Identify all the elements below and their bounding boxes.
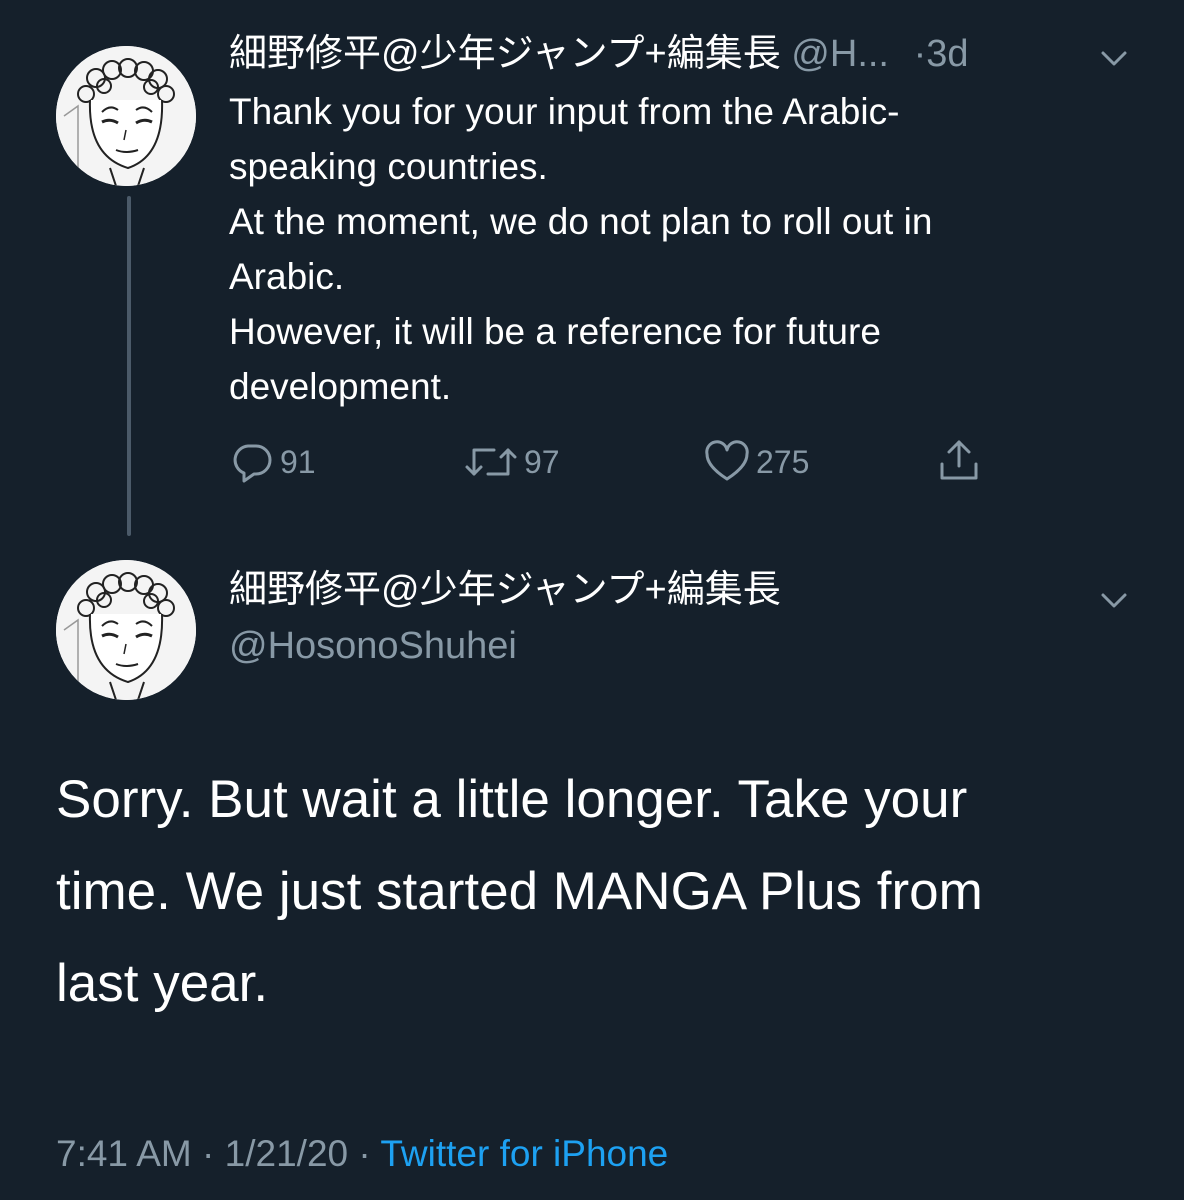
tweet-time: 7:41 AM [56,1133,192,1174]
heart-icon [705,440,749,481]
timestamp[interactable]: 3d [926,33,968,75]
tweet-text-line: speaking countries. [229,146,548,187]
tweet-metadata: 7:41 AM · 1/21/20 · Twitter for iPhone [56,1132,668,1176]
handle[interactable]: @HosonoShuhei [229,624,517,668]
tweet-text-line: At the moment, we do not plan to roll ou… [229,201,933,242]
tweet-header: 細野修平@少年ジャンプ+編集長 [229,568,781,612]
avatar[interactable] [56,46,196,186]
tweet-text-line: Sorry. But wait a little longer. Take yo… [56,770,968,829]
tweet-text-line: Arabic. [229,256,345,297]
source-link[interactable]: Twitter for iPhone [380,1133,668,1174]
reply-button[interactable]: 91 [230,440,316,484]
retweet-icon [465,448,517,476]
retweet-button[interactable]: 97 [464,440,560,484]
thread-connector-line [127,196,131,536]
like-count: 275 [756,444,810,480]
tweet-text-line: time. We just started MANGA Plus from [56,862,983,921]
tweet-text: Thank you for your input from the Arabic… [229,84,1129,414]
share-button[interactable] [936,436,988,484]
retweet-count: 97 [524,444,560,480]
tweet-text-line: However, it will be a reference for futu… [229,311,881,352]
like-button[interactable]: 275 [704,440,809,484]
separator: · [358,1133,371,1174]
reply-icon [233,444,272,483]
separator: · [202,1133,215,1174]
chevron-down-icon[interactable] [1098,42,1130,74]
tweet-text-line: development. [229,366,452,407]
tweet-date: 1/21/20 [224,1133,349,1174]
reply-count: 91 [280,444,316,480]
tweet-text: Sorry. But wait a little longer. Take yo… [56,754,983,1030]
handle[interactable]: @H... [791,33,889,75]
chevron-down-icon[interactable] [1098,584,1130,616]
separator: · [913,33,927,75]
display-name[interactable]: 細野修平@少年ジャンプ+編集長 [229,33,781,75]
tweet-text-line: Thank you for your input from the Arabic… [229,91,900,132]
avatar[interactable] [56,560,196,700]
tweet-header: 細野修平@少年ジャンプ+編集長 @H... ·3d [229,32,969,76]
display-name[interactable]: 細野修平@少年ジャンプ+編集長 [229,569,781,611]
tweet-text-line: last year. [56,954,269,1013]
share-icon [940,440,978,480]
